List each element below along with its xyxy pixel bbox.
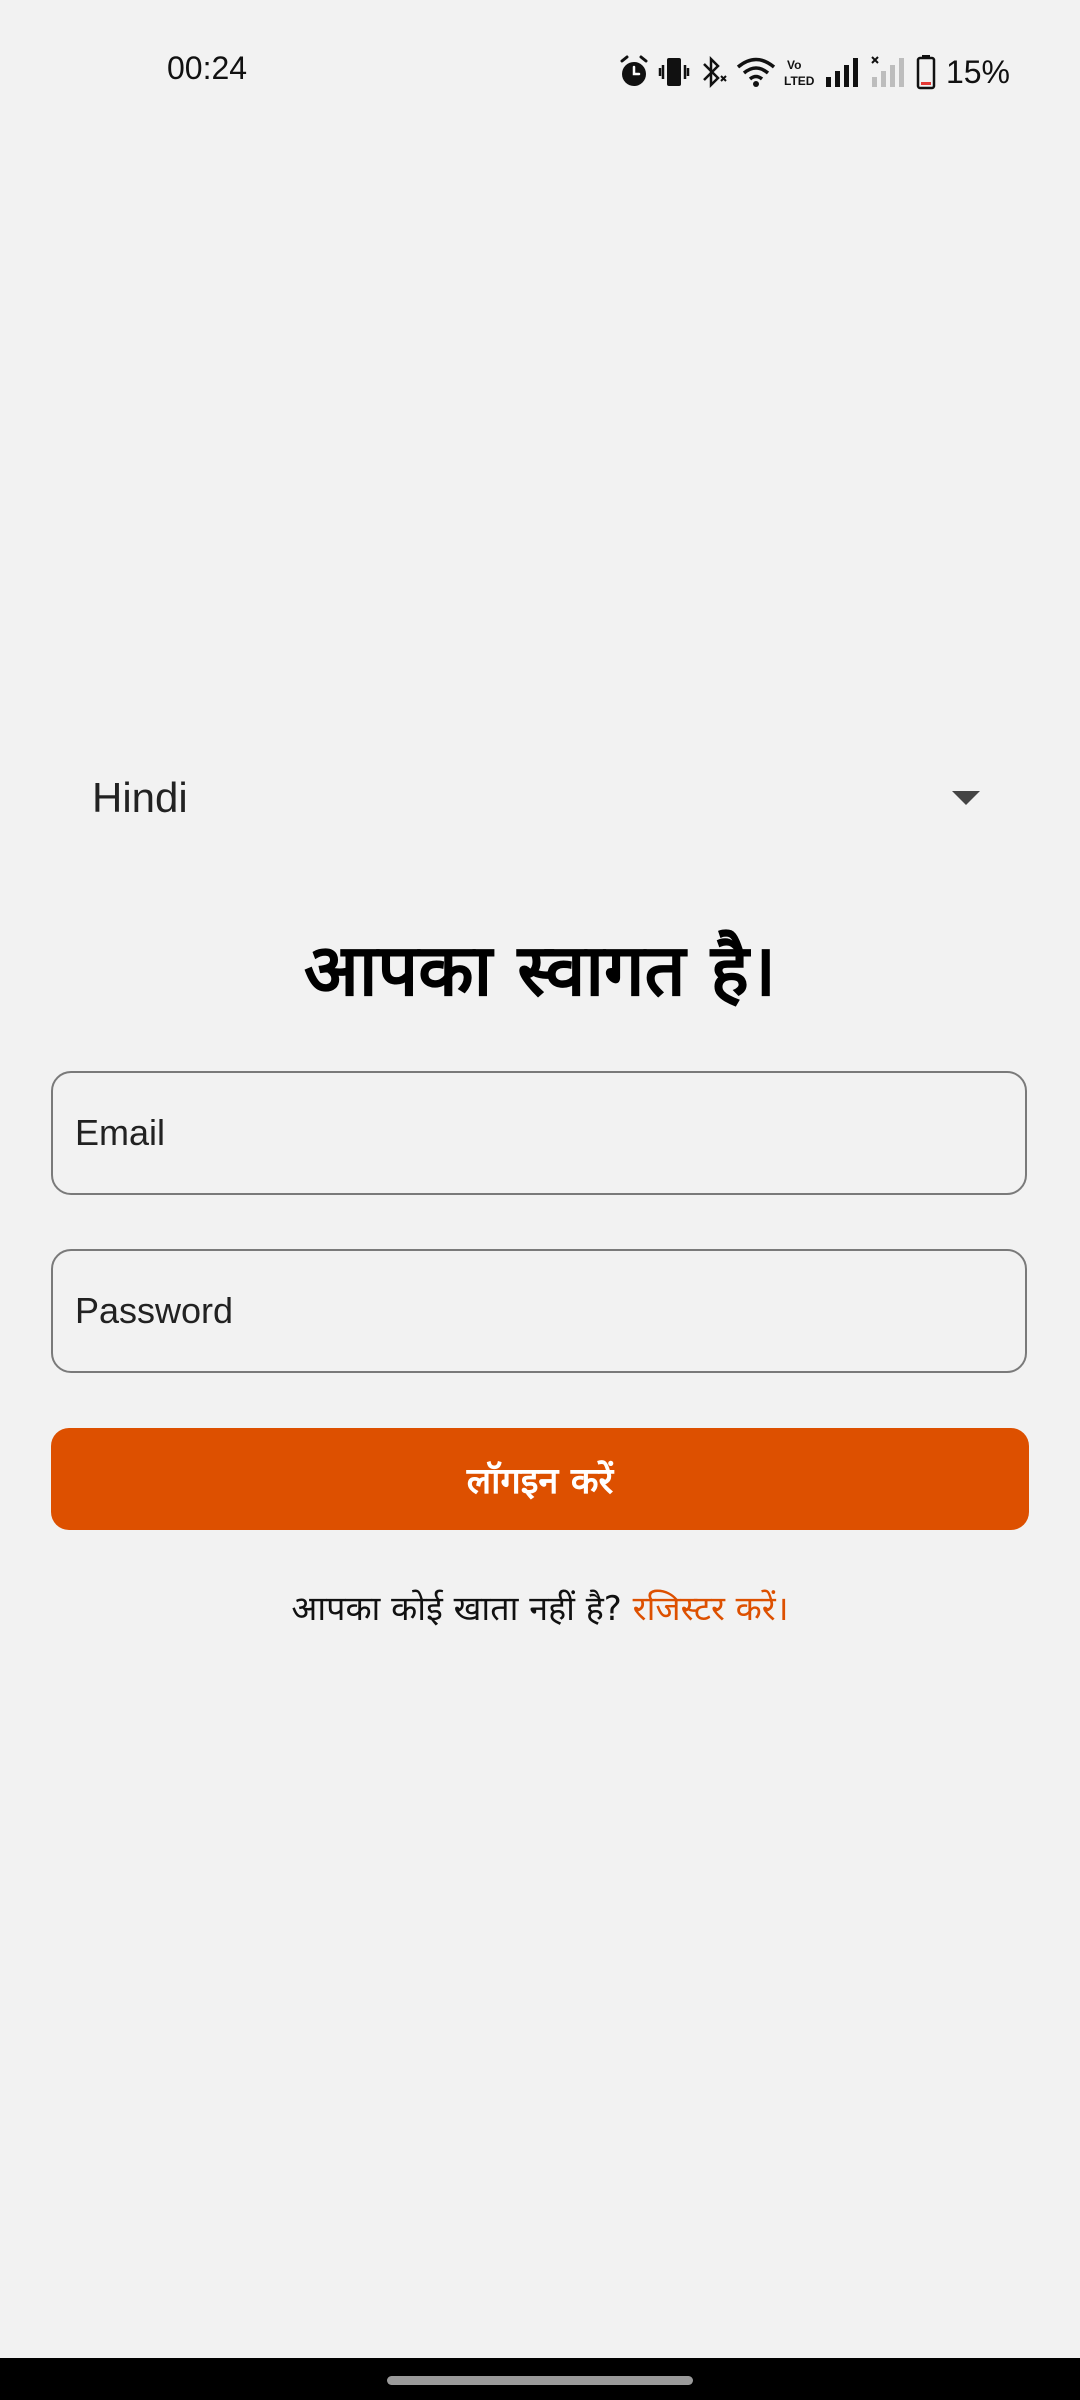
status-time: 00:24 — [167, 50, 248, 86]
signal-icon — [824, 55, 862, 89]
dropdown-arrow-icon — [952, 791, 980, 805]
battery-percent: 15% — [945, 53, 1010, 90]
password-field[interactable] — [53, 1251, 1025, 1371]
register-prompt-line: आपका कोई खाता नहीं है? रजिस्टर करें। — [0, 1584, 1080, 1630]
login-button[interactable]: लॉगइन करें — [51, 1428, 1029, 1530]
email-field[interactable] — [53, 1073, 1025, 1193]
status-icons: Vo LTED 15% — [618, 50, 1010, 94]
battery-icon — [916, 54, 936, 90]
alarm-icon — [618, 55, 650, 89]
volte-icon: Vo LTED — [784, 55, 816, 89]
register-link[interactable]: रजिस्टर करें। — [633, 1589, 789, 1629]
navigation-bar — [0, 2358, 1080, 2400]
home-indicator[interactable] — [387, 2376, 693, 2385]
language-dropdown[interactable]: Hindi — [60, 760, 1000, 836]
vibrate-icon — [658, 55, 690, 89]
status-bar: 00:24 Vo LTED 15% — [0, 0, 1080, 140]
language-selected-value: Hindi — [92, 774, 188, 821]
svg-text:Vo: Vo — [787, 58, 801, 72]
page-title: आपका स्वागत है। — [303, 928, 777, 1012]
password-field-container — [51, 1249, 1027, 1373]
signal-no-service-icon — [870, 55, 908, 89]
login-screen: 00:24 Vo LTED 15% Hindi आपका स्वागत है। … — [0, 0, 1080, 2400]
email-field-container — [51, 1071, 1027, 1195]
wifi-icon — [736, 55, 776, 89]
register-prompt-text: आपका कोई खाता नहीं है? — [291, 1589, 622, 1629]
svg-text:LTED: LTED — [784, 74, 815, 88]
bluetooth-icon — [698, 55, 728, 89]
